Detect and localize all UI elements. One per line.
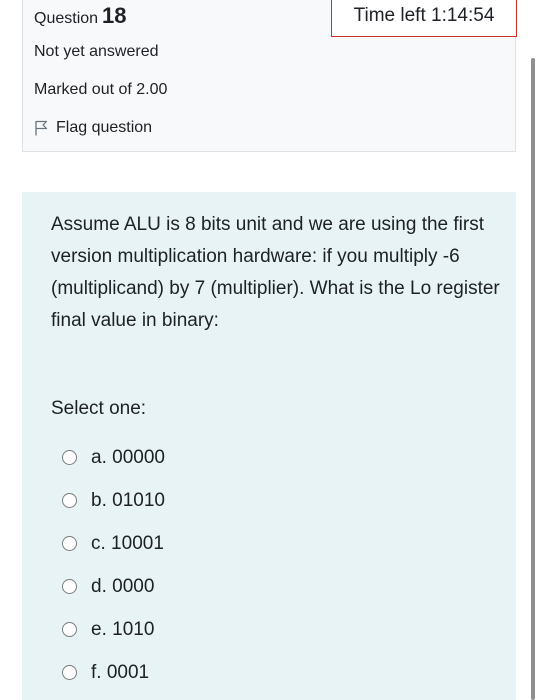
radio-unchecked-icon[interactable] [62, 493, 77, 508]
radio-unchecked-icon[interactable] [62, 536, 77, 551]
scrollbar[interactable] [531, 58, 535, 700]
question-number-value: 18 [102, 3, 127, 28]
answer-option-f[interactable]: f. 0001 [62, 651, 165, 694]
quiz-page: Question 18 Not yet answered Marked out o… [0, 0, 540, 700]
question-grade: Marked out of 2.00 [34, 81, 168, 98]
answer-option-b[interactable]: b. 01010 [62, 479, 165, 522]
question-formulation: Assume ALU is 8 bits unit and we are usi… [22, 192, 516, 700]
question-text: Assume ALU is 8 bits unit and we are usi… [51, 214, 500, 331]
radio-unchecked-icon[interactable] [62, 579, 77, 594]
question-number: Question 18 [34, 3, 127, 32]
flag-outline-icon [35, 120, 48, 136]
radio-unchecked-icon[interactable] [62, 622, 77, 637]
radio-unchecked-icon[interactable] [62, 665, 77, 680]
answer-option-label: d. 0000 [91, 575, 155, 597]
flag-question-label: Flag question [56, 119, 153, 136]
answer-option-label: f. 0001 [91, 661, 150, 683]
question-state: Not yet answered [34, 43, 159, 60]
answer-option-label: a. 00000 [91, 446, 165, 468]
answer-option-e[interactable]: e. 1010 [62, 608, 165, 651]
radio-unchecked-icon[interactable] [62, 450, 77, 465]
answer-option-label: b. 01010 [91, 489, 165, 511]
answer-options: a. 00000 b. 01010 c. 10001 d. 0000 e. 10… [62, 436, 165, 694]
question-label: Question [34, 10, 99, 27]
answer-option-label: e. 1010 [91, 618, 155, 640]
answer-option-d[interactable]: d. 0000 [62, 565, 165, 608]
answer-option-a[interactable]: a. 00000 [62, 436, 165, 479]
answer-prompt: Select one: [51, 398, 147, 419]
answer-option-c[interactable]: c. 10001 [62, 522, 165, 565]
answer-option-label: c. 10001 [91, 532, 164, 554]
quiz-timer: Time left 1:14:54 [331, 0, 517, 37]
flag-question-link[interactable]: Flag question [34, 119, 152, 137]
